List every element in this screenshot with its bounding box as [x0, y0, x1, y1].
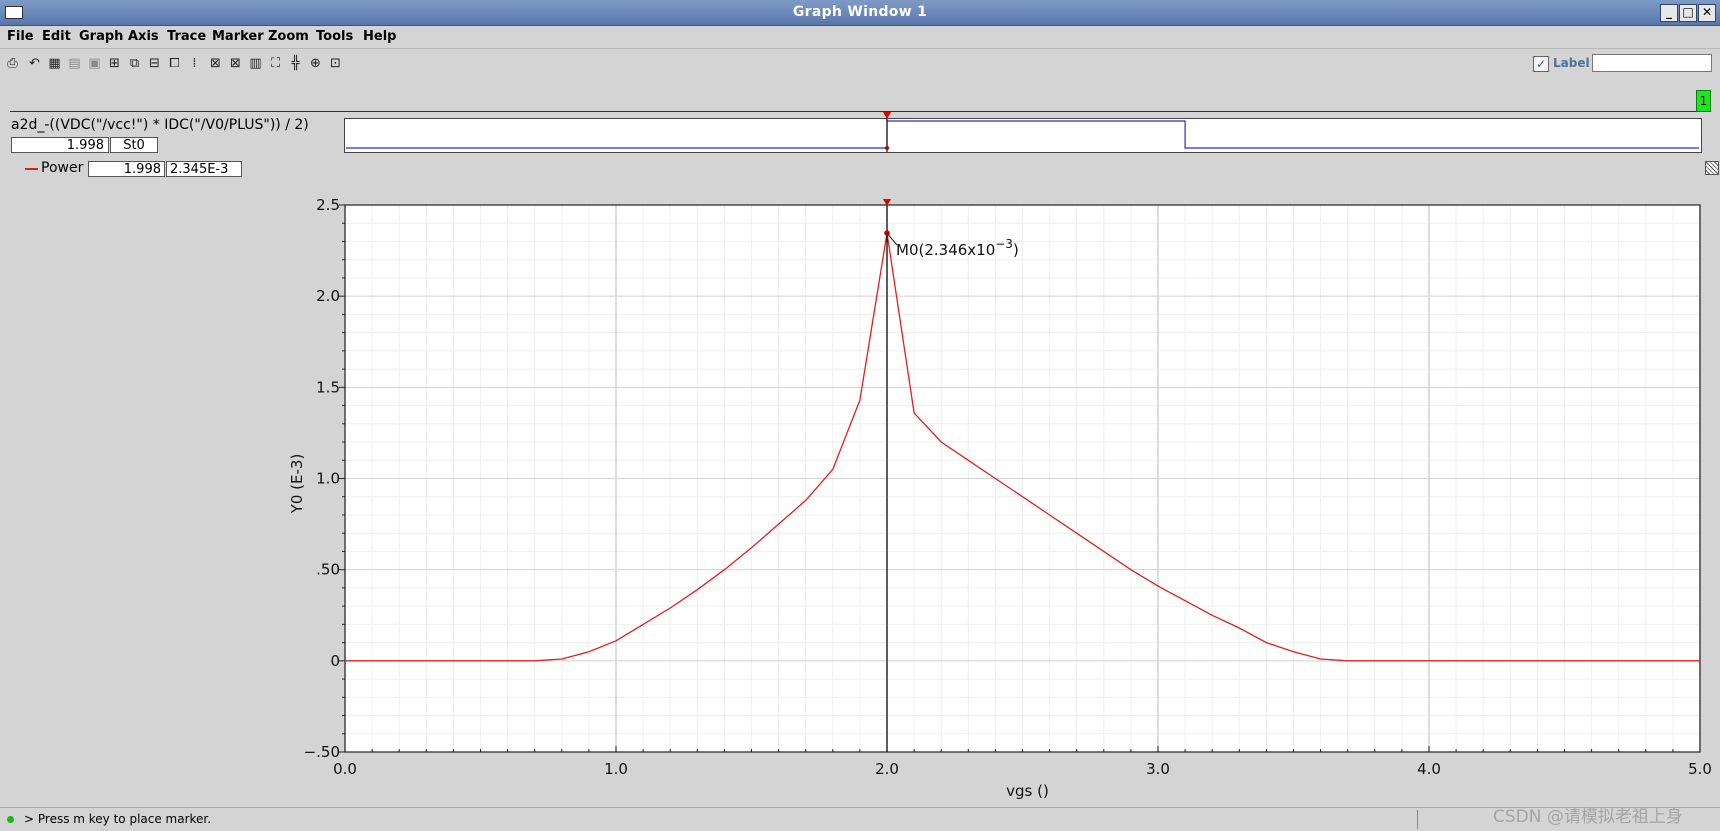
y-axis-label: Y0 (E-3) — [288, 454, 306, 515]
graph-plot[interactable]: 0.0 1.0 2.0 3.0 4.0 5.0 −.50 0 .50 1.0 1.5 2.0 2.5 vg… — [0, 0, 1720, 831]
y-tick-label: 0 — [330, 652, 340, 670]
x-tick-label: 2.0 — [875, 760, 899, 778]
status-message: > Press m key to place marker. — [24, 812, 212, 826]
y-tick-label: 2.5 — [316, 196, 340, 214]
y-tick-label: 1.0 — [316, 470, 340, 488]
y-tick-label: .50 — [316, 561, 340, 579]
x-tick-label: 0.0 — [333, 760, 357, 778]
x-tick-label: 3.0 — [1146, 760, 1170, 778]
digital-waveform[interactable] — [346, 120, 1699, 149]
watermark: CSDN @请模拟老祖上身 — [1493, 807, 1683, 827]
y-tick-label: 1.5 — [316, 378, 340, 396]
digital-marker-point — [885, 146, 889, 150]
y-tick-label: 2.0 — [316, 287, 340, 305]
x-tick-label: 5.0 — [1688, 760, 1712, 778]
digital-marker-triangle[interactable] — [883, 112, 891, 119]
status-separator — [1417, 810, 1418, 829]
status-indicator-icon — [7, 816, 14, 823]
x-axis-label: vgs () — [1006, 782, 1049, 800]
x-tick-label: 1.0 — [604, 760, 628, 778]
x-tick-label: 4.0 — [1417, 760, 1441, 778]
status-bar: > Press m key to place marker. — [0, 807, 1720, 831]
y-tick-label: −.50 — [304, 743, 340, 761]
